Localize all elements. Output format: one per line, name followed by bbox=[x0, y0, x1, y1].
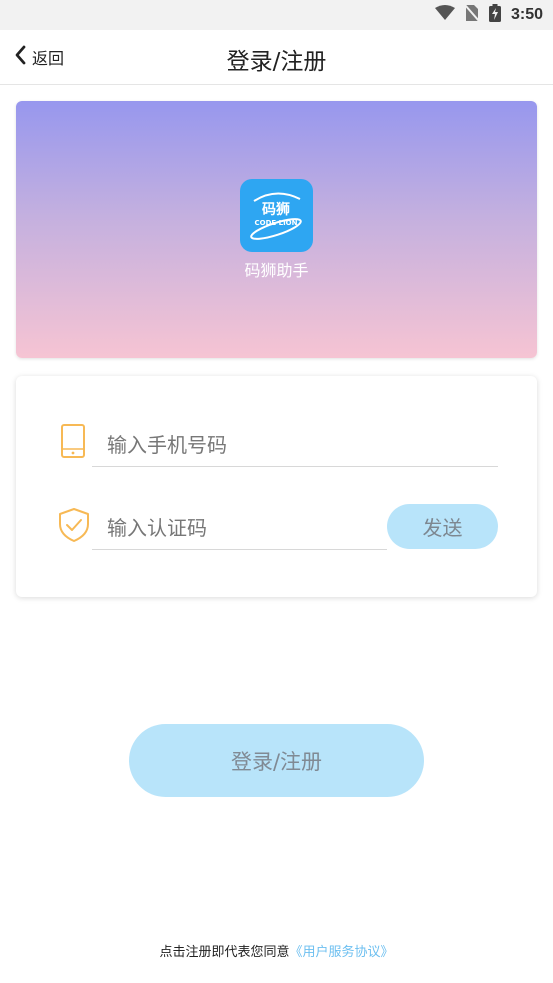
status-bar: 3:50 bbox=[0, 0, 553, 30]
agreement-text: 点击注册即代表您同意《用户服务协议》 bbox=[0, 941, 553, 960]
svg-text:CODE LION: CODE LION bbox=[255, 219, 298, 227]
app-header: 返回 登录/注册 bbox=[0, 30, 553, 85]
status-icons: 3:50 bbox=[434, 4, 543, 26]
app-logo: 码狮 CODE LION bbox=[240, 179, 313, 252]
page-title: 登录/注册 bbox=[226, 49, 327, 75]
svg-text:码狮: 码狮 bbox=[262, 201, 290, 218]
wifi-icon bbox=[434, 5, 455, 25]
login-form-card: 发送 bbox=[16, 376, 537, 597]
phone-number-input[interactable] bbox=[92, 423, 498, 467]
no-sim-icon bbox=[464, 4, 480, 26]
verification-code-input[interactable] bbox=[92, 506, 387, 550]
status-time: 3:50 bbox=[510, 6, 543, 23]
battery-charging-icon bbox=[488, 4, 501, 26]
agreement-prefix: 点击注册即代表您同意 bbox=[159, 945, 290, 960]
app-name: 码狮助手 bbox=[244, 261, 309, 280]
send-code-button[interactable]: 发送 bbox=[387, 504, 498, 549]
phone-icon bbox=[60, 423, 86, 463]
user-agreement-link[interactable]: 《用户服务协议》 bbox=[290, 945, 394, 960]
shield-check-icon bbox=[57, 507, 91, 547]
banner: 码狮 CODE LION 码狮助手 bbox=[16, 101, 537, 358]
login-register-button[interactable]: 登录/注册 bbox=[129, 724, 424, 797]
